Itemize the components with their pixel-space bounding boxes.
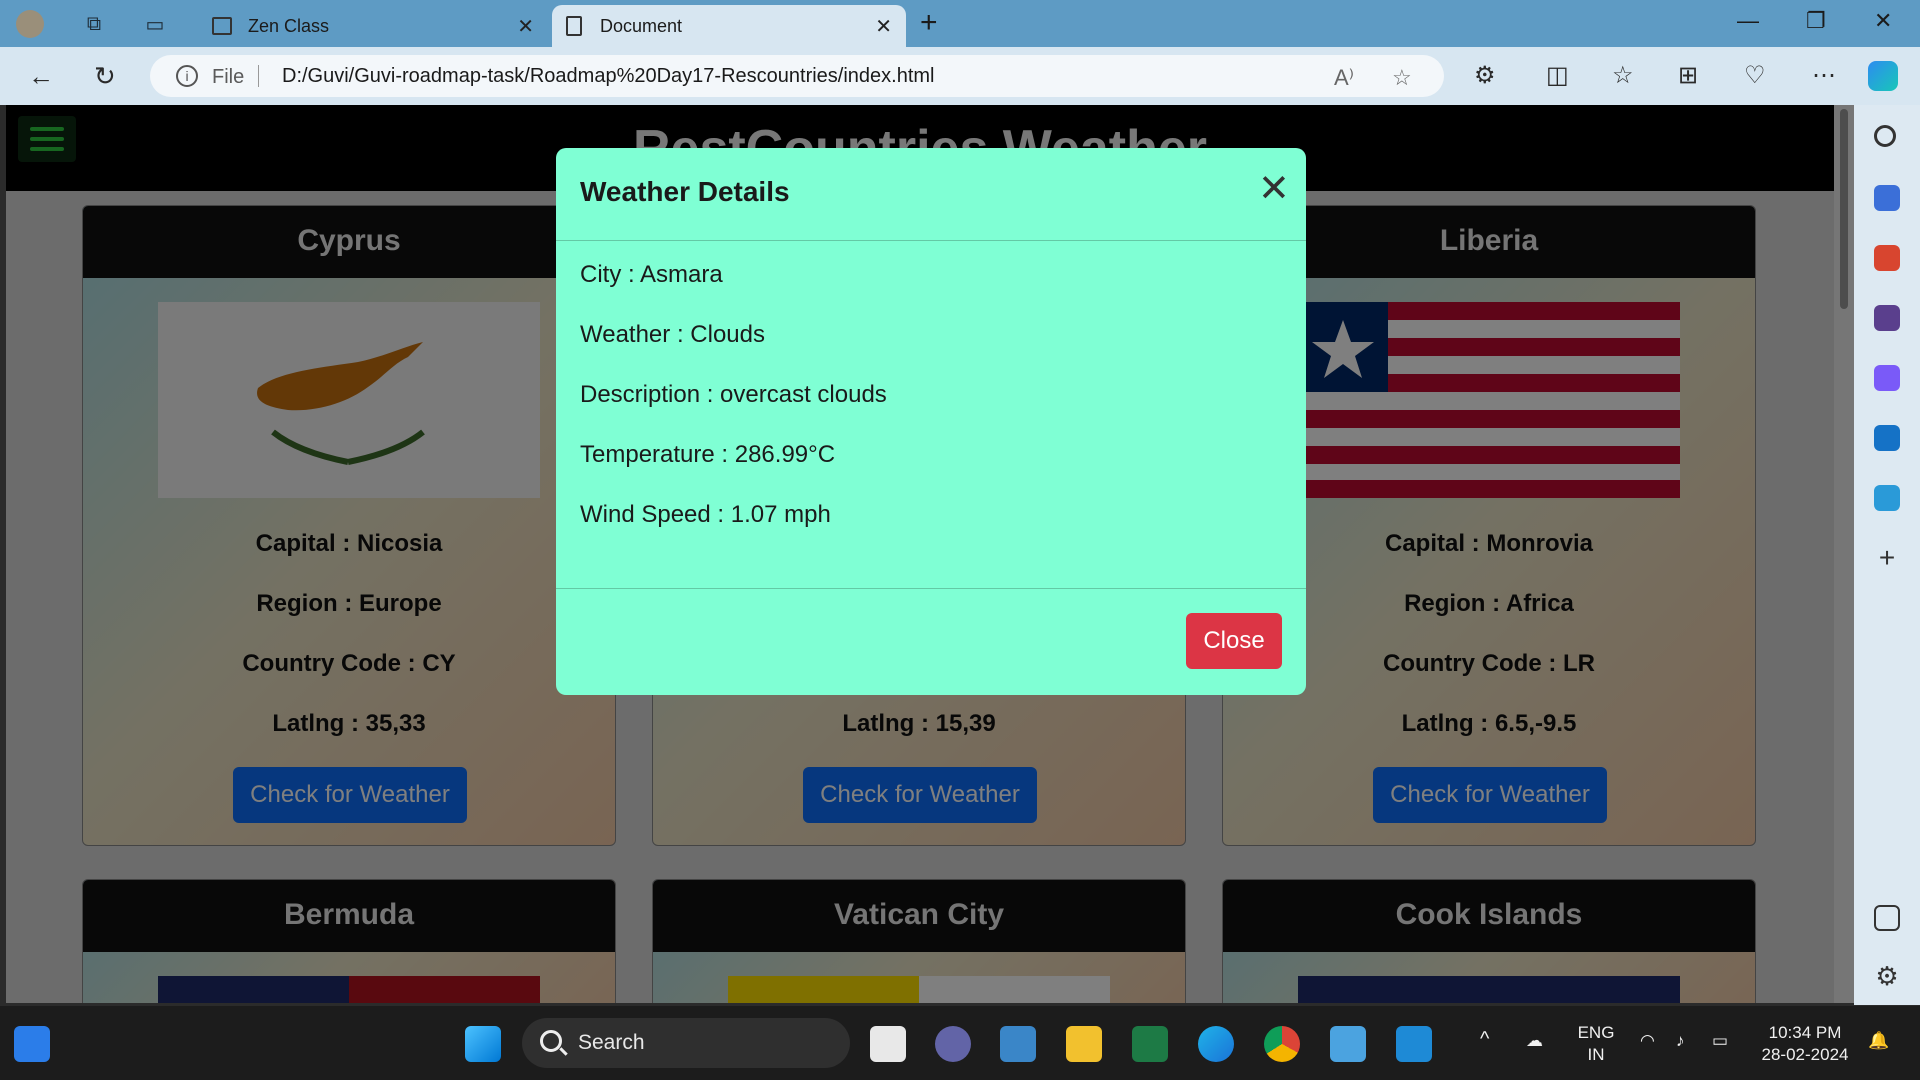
- wifi-icon[interactable]: ◠: [1640, 1030, 1655, 1052]
- taskbar-search[interactable]: Search: [522, 1018, 850, 1068]
- battery-icon[interactable]: ▭: [1712, 1030, 1728, 1052]
- date-text: 28-02-2024: [1761, 1045, 1849, 1064]
- start-icon[interactable]: [465, 1026, 501, 1062]
- search-icon: [540, 1030, 562, 1052]
- close-window-icon[interactable]: ✕: [1874, 8, 1892, 34]
- copilot-icon[interactable]: [1868, 61, 1898, 91]
- document-icon: [566, 16, 582, 36]
- url-text[interactable]: D:/Guvi/Guvi-roadmap-task/Roadmap%20Day1…: [282, 65, 935, 88]
- new-tab-icon[interactable]: +: [920, 6, 938, 40]
- close-tab-icon[interactable]: ✕: [875, 14, 892, 39]
- task-view-icon[interactable]: [870, 1026, 906, 1062]
- more-menu-icon[interactable]: ⋯: [1812, 61, 1836, 90]
- favorite-star-icon[interactable]: ☆: [1392, 65, 1412, 91]
- modal-header: Weather Details ✕: [556, 148, 1306, 241]
- language-indicator[interactable]: ENG IN: [1574, 1022, 1618, 1066]
- description-text: Description : overcast clouds: [580, 381, 887, 408]
- modal-title: Weather Details: [580, 176, 790, 207]
- weather-text: Weather : Clouds: [580, 321, 765, 348]
- address-bar[interactable]: i File D:/Guvi/Guvi-roadmap-task/Roadmap…: [150, 55, 1444, 97]
- settings-gear-icon[interactable]: ⚙: [1874, 963, 1900, 989]
- copilot-sidebar-icon[interactable]: [1874, 365, 1900, 391]
- info-icon[interactable]: i: [176, 65, 198, 87]
- tools-icon[interactable]: [1874, 245, 1900, 271]
- volume-icon[interactable]: ♪: [1676, 1030, 1685, 1052]
- tab-document[interactable]: Document ✕: [552, 5, 906, 47]
- weather-details-modal: Weather Details ✕ City : Asmara Weather …: [556, 148, 1306, 695]
- clock[interactable]: 10:34 PM 28-02-2024: [1756, 1022, 1854, 1066]
- page-viewport: RestCountries Weather Cyprus Capital : N…: [6, 105, 1854, 1003]
- outlook-icon[interactable]: [1874, 425, 1900, 451]
- search-icon[interactable]: [1874, 125, 1896, 147]
- close-icon[interactable]: ✕: [1258, 170, 1290, 208]
- notepad-icon[interactable]: [1330, 1026, 1366, 1062]
- profile-avatar[interactable]: [14, 8, 46, 40]
- split-screen-icon[interactable]: ◫: [1546, 61, 1569, 90]
- shopping-tag-icon[interactable]: [1874, 185, 1900, 211]
- tab-label: Zen Class: [248, 15, 330, 36]
- time-text: 10:34 PM: [1768, 1023, 1842, 1042]
- city-text: City : Asmara: [580, 261, 723, 288]
- tab-actions-icon[interactable]: ▭: [139, 8, 171, 40]
- language-line: ENG: [1577, 1023, 1615, 1042]
- wind-speed-text: Wind Speed : 1.07 mph: [580, 501, 831, 528]
- collections-icon[interactable]: ⊞: [1678, 61, 1698, 90]
- send-icon[interactable]: [1874, 485, 1900, 511]
- keyboard-app-icon[interactable]: [1000, 1026, 1036, 1062]
- search-label: Search: [578, 1031, 645, 1054]
- read-aloud-icon[interactable]: A⁾: [1334, 65, 1354, 91]
- modal-footer: Close: [556, 588, 1306, 695]
- minimize-icon[interactable]: —: [1737, 8, 1759, 34]
- workspaces-icon[interactable]: ⧉: [78, 8, 110, 40]
- edge-icon[interactable]: [1198, 1026, 1234, 1062]
- onedrive-icon[interactable]: ☁: [1526, 1030, 1543, 1052]
- browser-essentials-icon[interactable]: ♡: [1744, 61, 1766, 90]
- extensions-icon[interactable]: ⚙: [1474, 61, 1496, 90]
- add-icon[interactable]: +: [1874, 544, 1900, 572]
- file-explorer-icon[interactable]: [1066, 1026, 1102, 1062]
- widgets-icon[interactable]: [14, 1026, 50, 1062]
- hide-sidebar-icon[interactable]: [1874, 905, 1900, 931]
- tab-label: Document: [600, 15, 683, 36]
- close-tab-icon[interactable]: ✕: [517, 14, 534, 39]
- windows-taskbar: Search ^ ☁ ENG IN ◠ ♪ ▭ 10:34 PM 28-02-2…: [0, 1006, 1920, 1080]
- favorites-icon[interactable]: ☆: [1612, 61, 1634, 90]
- chrome-icon[interactable]: [1264, 1026, 1300, 1062]
- browser-toolbar: ← ↻ i File D:/Guvi/Guvi-roadmap-task/Roa…: [0, 47, 1920, 105]
- close-button[interactable]: Close: [1186, 613, 1282, 669]
- excel-icon[interactable]: [1132, 1026, 1168, 1062]
- divider: [258, 65, 259, 87]
- zen-class-favicon: [212, 17, 232, 35]
- restore-icon[interactable]: ❐: [1806, 8, 1826, 34]
- vscode-icon[interactable]: [1396, 1026, 1432, 1062]
- games-icon[interactable]: [1874, 305, 1900, 331]
- notification-bell-icon[interactable]: 🔔: [1868, 1030, 1889, 1052]
- edge-sidebar: + ⚙: [1854, 105, 1920, 1005]
- region-line: IN: [1587, 1045, 1605, 1064]
- tab-zen-class[interactable]: Zen Class ✕: [198, 5, 548, 47]
- chevron-up-icon[interactable]: ^: [1480, 1028, 1489, 1050]
- scheme-label: File: [212, 66, 245, 88]
- refresh-icon[interactable]: ↻: [94, 61, 116, 92]
- back-icon[interactable]: ←: [28, 61, 54, 92]
- temperature-text: Temperature : 286.99°C: [580, 441, 836, 468]
- teams-chat-icon[interactable]: [935, 1026, 971, 1062]
- modal-body: City : Asmara Weather : Clouds Descripti…: [580, 261, 887, 561]
- browser-tab-bar: ⧉ ▭ Zen Class ✕ Document ✕ + — ❐ ✕: [0, 0, 1920, 47]
